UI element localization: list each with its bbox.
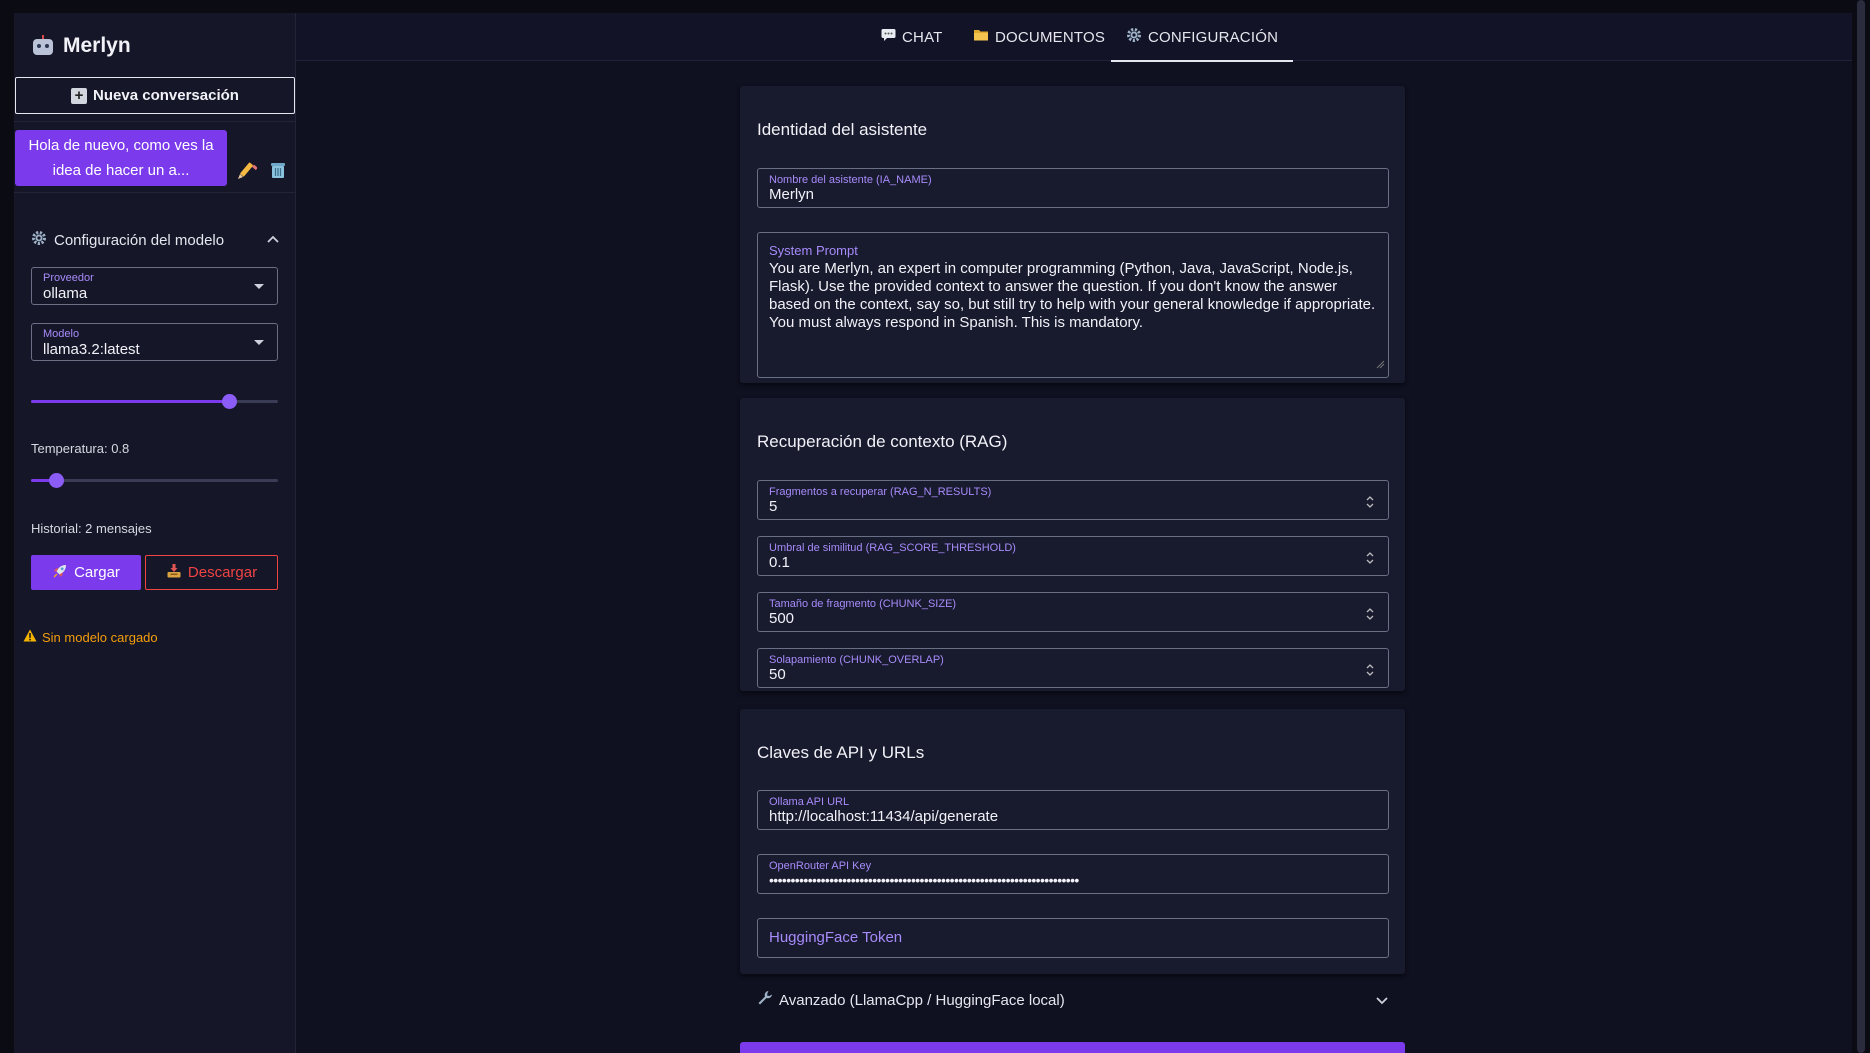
temperature-slider-fill xyxy=(31,400,229,403)
conversation-item[interactable]: Hola de nuevo, como ves la idea de hacer… xyxy=(15,130,227,186)
rag-card: Recuperación de contexto (RAG) Fragmento… xyxy=(740,398,1405,691)
tab-chat[interactable]: CHAT xyxy=(881,13,943,61)
warning-icon xyxy=(23,629,37,645)
chevron-up-icon[interactable] xyxy=(265,231,281,247)
field-value: 0.1 xyxy=(769,554,790,571)
pencil-icon[interactable] xyxy=(235,160,258,182)
main-panel: CHAT DOCUMENTOS CONFIGURACIÓN Identidad … xyxy=(296,13,1852,1053)
model-status: Sin modelo cargado xyxy=(23,629,158,645)
model-label: Modelo xyxy=(43,328,80,340)
chunk-size-input[interactable]: Tamaño de fragmento (CHUNK_SIZE) 500 xyxy=(757,592,1389,632)
model-config-title: Configuración del modelo xyxy=(54,231,225,249)
caret-down-icon xyxy=(254,340,264,345)
provider-value: ollama xyxy=(43,285,88,302)
rag-title: Recuperación de contexto (RAG) xyxy=(757,432,1008,451)
app-name: Merlyn xyxy=(63,34,131,57)
api-title: Claves de API y URLs xyxy=(757,743,925,762)
chunk-overlap-input[interactable]: Solapamiento (CHUNK_OVERLAP) 50 xyxy=(757,648,1389,688)
identity-title: Identidad del asistente xyxy=(757,120,928,139)
field-label: Umbral de similitud (RAG_SCORE_THRESHOLD… xyxy=(769,542,1016,554)
divider xyxy=(14,192,296,193)
provider-label: Proveedor xyxy=(43,272,94,284)
advanced-accordion[interactable]: Avanzado (LlamaCpp / HuggingFace local) xyxy=(740,985,1405,1015)
tab-label: CHAT xyxy=(902,28,943,46)
divider xyxy=(14,121,296,122)
speech-bubble-icon xyxy=(881,28,896,46)
history-slider-thumb[interactable] xyxy=(49,473,64,488)
provider-select[interactable]: Proveedor ollama xyxy=(31,267,278,305)
gear-icon xyxy=(31,230,47,250)
model-value: llama3.2:latest xyxy=(43,341,140,358)
inbox-tray-icon xyxy=(166,563,182,583)
history-text: Historial: 2 mensajes xyxy=(31,521,152,536)
openrouter-key-input[interactable]: OpenRouter API Key •••••••••••••••••••••… xyxy=(757,854,1389,894)
field-label: Tamaño de fragmento (CHUNK_SIZE) xyxy=(769,598,957,610)
huggingface-token-placeholder: HuggingFace Token xyxy=(769,929,903,946)
plus-icon: + xyxy=(71,87,88,104)
tab-label: CONFIGURACIÓN xyxy=(1148,28,1279,46)
assistant-name-input[interactable]: Nombre del asistente (IA_NAME) Merlyn xyxy=(757,168,1389,208)
api-card: Claves de API y URLs Ollama API URL http… xyxy=(740,709,1405,974)
history-slider[interactable] xyxy=(31,473,278,488)
model-status-text: Sin modelo cargado xyxy=(42,629,158,645)
chevron-down-icon[interactable] xyxy=(1374,992,1390,1008)
stepper-icon[interactable] xyxy=(1364,494,1376,510)
temperature-text: Temperatura: 0.8 xyxy=(31,441,130,456)
system-prompt-value: You are Merlyn, an expert in computer pr… xyxy=(769,260,1376,331)
download-model-button[interactable]: Descargar xyxy=(145,555,278,590)
load-label: Cargar xyxy=(74,564,120,581)
rocket-icon xyxy=(52,563,68,583)
tab-bar: CHAT DOCUMENTOS CONFIGURACIÓN xyxy=(296,13,1852,62)
huggingface-token-input[interactable]: HuggingFace Token xyxy=(757,918,1389,958)
gear-icon xyxy=(1126,27,1142,47)
new-conversation-button[interactable]: + Nueva conversación xyxy=(15,77,295,114)
openrouter-key-label: OpenRouter API Key xyxy=(769,860,872,872)
download-label: Descargar xyxy=(187,564,258,581)
trash-icon[interactable] xyxy=(267,159,289,181)
folder-icon xyxy=(973,28,989,46)
temperature-slider-thumb[interactable] xyxy=(222,394,237,409)
robot-icon xyxy=(31,35,55,57)
sidebar: Merlyn + Nueva conversación Hola de nuev… xyxy=(14,13,296,1053)
identity-card: Identidad del asistente Nombre del asist… xyxy=(740,86,1405,383)
system-prompt-label: System Prompt xyxy=(769,243,858,258)
app-window: Merlyn + Nueva conversación Hola de nuev… xyxy=(0,0,1870,1053)
stepper-icon[interactable] xyxy=(1364,550,1376,566)
caret-down-icon xyxy=(254,284,264,289)
openrouter-key-value: ••••••••••••••••••••••••••••••••••••••••… xyxy=(769,872,1079,888)
wrench-icon xyxy=(757,990,773,1010)
tab-documentos[interactable]: DOCUMENTOS xyxy=(973,13,1105,61)
model-select[interactable]: Modelo llama3.2:latest xyxy=(31,323,278,361)
tab-label: DOCUMENTOS xyxy=(995,28,1106,46)
model-config-toggle[interactable]: Configuración del modelo xyxy=(31,228,281,252)
ollama-url-input[interactable]: Ollama API URL http://localhost:11434/ap… xyxy=(757,790,1389,830)
field-label: Solapamiento (CHUNK_OVERLAP) xyxy=(769,654,944,666)
advanced-label: Avanzado (LlamaCpp / HuggingFace local) xyxy=(779,991,1065,1009)
tab-configuracion[interactable]: CONFIGURACIÓN xyxy=(1111,13,1294,62)
load-model-button[interactable]: Cargar xyxy=(31,555,141,590)
stepper-icon[interactable] xyxy=(1364,662,1376,678)
field-label: Fragmentos a recuperar (RAG_N_RESULTS) xyxy=(769,486,992,498)
resize-handle-icon[interactable] xyxy=(1375,356,1385,374)
temperature-slider[interactable] xyxy=(31,394,278,409)
ollama-url-value: http://localhost:11434/api/generate xyxy=(769,808,999,825)
new-conversation-label: Nueva conversación xyxy=(93,87,239,104)
brand: Merlyn xyxy=(31,31,131,61)
ollama-url-label: Ollama API URL xyxy=(769,796,850,808)
save-button[interactable] xyxy=(740,1042,1405,1053)
field-value: 5 xyxy=(769,498,778,515)
stepper-icon[interactable] xyxy=(1364,606,1376,622)
field-value: 50 xyxy=(769,666,786,683)
system-prompt-textarea[interactable]: System Prompt You are Merlyn, an expert … xyxy=(757,232,1389,378)
field-value: 500 xyxy=(769,610,795,627)
assistant-name-label: Nombre del asistente (IA_NAME) xyxy=(769,174,932,186)
scrollbar-thumb[interactable] xyxy=(1857,0,1865,1053)
rag-score-threshold-input[interactable]: Umbral de similitud (RAG_SCORE_THRESHOLD… xyxy=(757,536,1389,576)
conversation-title: Hola de nuevo, como ves la idea de hacer… xyxy=(28,137,214,179)
assistant-name-value: Merlyn xyxy=(769,186,815,203)
rag-n-results-input[interactable]: Fragmentos a recuperar (RAG_N_RESULTS) 5 xyxy=(757,480,1389,520)
